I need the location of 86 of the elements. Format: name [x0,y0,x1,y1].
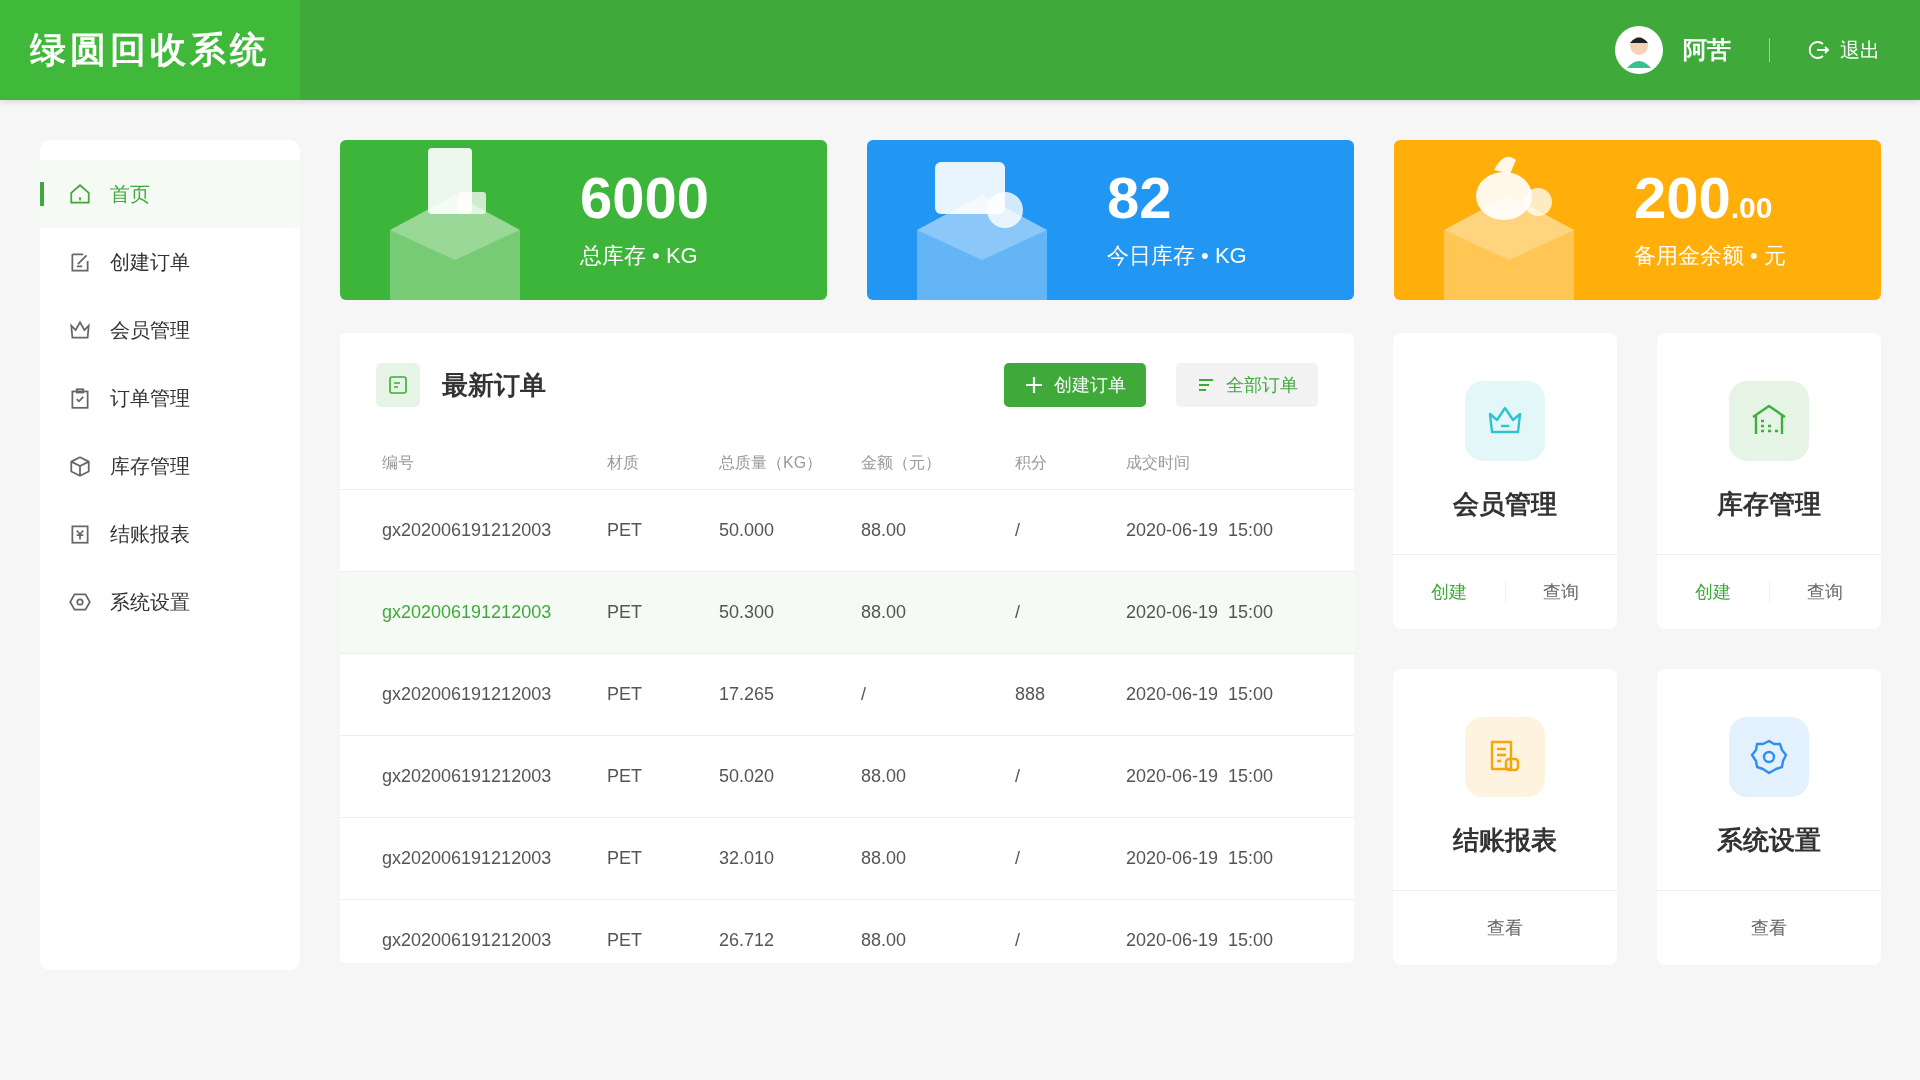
stat-value: 200.00 [1634,169,1774,227]
action-link[interactable]: 查看 [1657,915,1881,941]
warehouse-icon[interactable] [1729,381,1809,461]
sidebar-label: 库存管理 [110,453,190,479]
table-cell: 2020-06-19 15:00 [1126,848,1274,868]
sidebar-item[interactable]: 库存管理 [40,432,300,500]
table-cell: 88.00 [861,520,907,540]
sidebar-label: 创建订单 [110,249,190,275]
hexagon-icon [68,590,92,614]
table-cell: PET [607,848,642,868]
sidebar-label: 结账报表 [110,521,190,547]
gear-icon[interactable] [1729,717,1809,797]
sidebar-item[interactable]: 订单管理 [40,364,300,432]
table-cell: gx202006191212003 [382,684,552,704]
table-cell: 2020-06-19 15:00 [1126,930,1274,950]
table-cell: / [1015,766,1020,786]
column-header: 材质 [607,453,639,471]
stat-label: 备用金余额 • 元 [1634,242,1786,270]
table-cell: / [1015,930,1020,950]
column-header: 编号 [382,453,414,471]
table-cell: 32.010 [719,848,775,868]
crown-icon[interactable] [1465,381,1545,461]
sidebar-label: 订单管理 [110,385,190,411]
logout-icon [1808,39,1830,61]
column-header: 总质量（KG） [719,453,823,471]
table-cell: PET [607,766,642,786]
sidebar-item[interactable]: 结账报表 [40,500,300,568]
sidebar-item[interactable]: 会员管理 [40,296,300,364]
table-cell: PET [607,602,642,622]
sidebar-item[interactable]: 创建订单 [40,228,300,296]
edit-icon [68,250,92,274]
sidebar-item[interactable]: 系统设置 [40,568,300,636]
table-cell: 2020-06-19 15:00 [1126,520,1274,540]
table-cell: PET [607,520,642,540]
action-link[interactable]: 查询 [1769,579,1881,605]
table-cell: 888 [1015,684,1046,704]
table-cell: 2020-06-19 15:00 [1126,766,1274,786]
clipboard-icon [68,386,92,410]
table-cell: / [1015,520,1020,540]
app-title: 绿圆回收系统 [0,0,300,100]
table-cell: 50.000 [719,520,775,540]
plus-icon [1024,375,1044,395]
table-cell: / [1015,602,1020,622]
stat-value: 6000 [580,169,710,227]
table-cell: 88.00 [861,930,907,950]
sidebar-label: 首页 [110,181,150,207]
column-header: 金额（元） [861,453,941,471]
table-cell: 26.712 [719,930,775,950]
avatar-icon[interactable] [1615,26,1663,74]
table-cell: / [861,684,866,704]
table-cell: gx202006191212003 [382,848,552,868]
sidebar-label: 会员管理 [110,317,190,343]
action-link[interactable]: 查询 [1505,579,1617,605]
table-cell: 2020-06-19 15:00 [1126,684,1274,704]
stat-label: 总库存 • KG [580,242,699,270]
table-cell: 88.00 [861,766,907,786]
card-title: 会员管理 [1453,488,1557,521]
card-title: 库存管理 [1717,488,1821,521]
table-cell: 2020-06-19 15:00 [1126,602,1274,622]
table-cell: / [1015,848,1020,868]
table-cell: gx202006191212003 [382,930,552,950]
action-link[interactable]: 查看 [1393,915,1617,941]
table-cell: gx202006191212003 [382,602,552,622]
box-icon [68,454,92,478]
table-cell: gx202006191212003 [382,766,552,786]
home-icon [68,182,92,206]
stat-value: 82 [1107,169,1173,227]
yen-icon [68,522,92,546]
table-cell: 88.00 [861,848,907,868]
table-cell: 88.00 [861,602,907,622]
card-title: 系统设置 [1717,824,1821,857]
user-name: 阿苦 [1683,35,1731,65]
crown-icon [68,318,92,342]
column-header: 成交时间 [1126,453,1190,471]
table-cell: 50.020 [719,766,775,786]
table-cell: gx202006191212003 [382,520,552,540]
table-cell: PET [607,930,642,950]
card-title: 结账报表 [1453,824,1557,857]
sidebar-label: 系统设置 [110,589,190,615]
column-header: 积分 [1015,453,1047,471]
panel-title: 最新订单 [442,368,547,402]
table-cell: 17.265 [719,684,775,704]
table-cell: 50.300 [719,602,775,622]
stat-label: 今日库存 • KG [1107,242,1247,270]
table-cell: PET [607,684,642,704]
report-icon[interactable] [1465,717,1545,797]
